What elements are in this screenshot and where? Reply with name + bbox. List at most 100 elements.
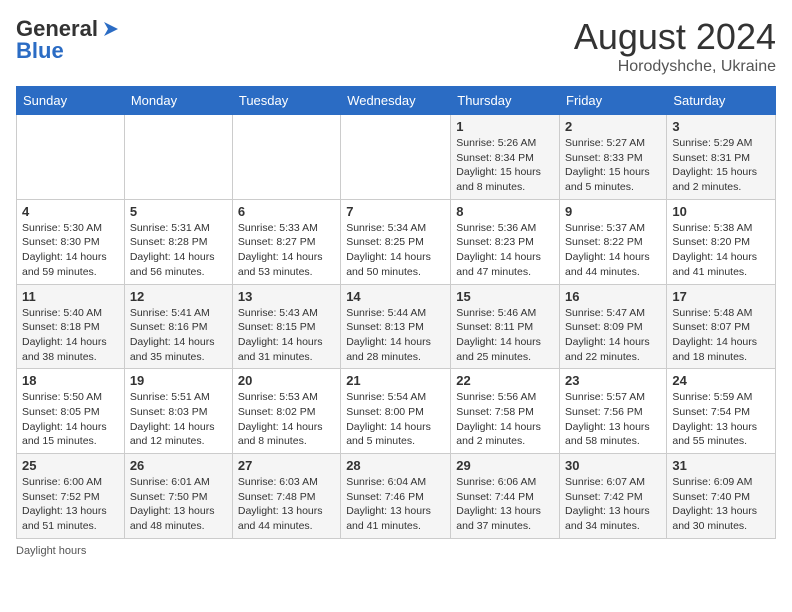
weekday-header-sunday: Sunday bbox=[17, 87, 125, 115]
day-number: 24 bbox=[672, 373, 770, 388]
weekday-header-thursday: Thursday bbox=[451, 87, 560, 115]
day-info: Sunrise: 5:51 AM Sunset: 8:03 PM Dayligh… bbox=[130, 390, 227, 449]
day-cell-25: 22 Sunrise: 5:56 AM Sunset: 7:58 PM Dayli… bbox=[451, 369, 560, 454]
day-number: 22 bbox=[456, 373, 554, 388]
day-info: Sunrise: 5:30 AM Sunset: 8:30 PM Dayligh… bbox=[22, 221, 119, 280]
day-info: Sunrise: 5:29 AM Sunset: 8:31 PM Dayligh… bbox=[672, 136, 770, 195]
day-info: Sunrise: 5:53 AM Sunset: 8:02 PM Dayligh… bbox=[238, 390, 335, 449]
day-info: Sunrise: 5:54 AM Sunset: 8:00 PM Dayligh… bbox=[346, 390, 445, 449]
day-cell-11: 8 Sunrise: 5:36 AM Sunset: 8:23 PM Daylig… bbox=[451, 199, 560, 284]
day-cell-33: 30 Sunrise: 6:07 AM Sunset: 7:42 PM Dayli… bbox=[560, 454, 667, 539]
weekday-header-wednesday: Wednesday bbox=[341, 87, 451, 115]
day-cell-27: 24 Sunrise: 5:59 AM Sunset: 7:54 PM Dayli… bbox=[667, 369, 776, 454]
day-number: 14 bbox=[346, 289, 445, 304]
location-title: Horodyshche, Ukraine bbox=[574, 58, 776, 76]
day-info: Sunrise: 5:27 AM Sunset: 8:33 PM Dayligh… bbox=[565, 136, 661, 195]
day-info: Sunrise: 5:31 AM Sunset: 8:28 PM Dayligh… bbox=[130, 221, 227, 280]
day-cell-2 bbox=[232, 115, 340, 200]
day-info: Sunrise: 5:59 AM Sunset: 7:54 PM Dayligh… bbox=[672, 390, 770, 449]
weekday-header-friday: Friday bbox=[560, 87, 667, 115]
day-cell-30: 27 Sunrise: 6:03 AM Sunset: 7:48 PM Dayli… bbox=[232, 454, 340, 539]
day-number: 21 bbox=[346, 373, 445, 388]
day-cell-19: 16 Sunrise: 5:47 AM Sunset: 8:09 PM Dayli… bbox=[560, 284, 667, 369]
day-cell-18: 15Sunrise: 5:46 AM Sunset: 8:11 PM Dayli… bbox=[451, 284, 560, 369]
day-info: Sunrise: 5:50 AM Sunset: 8:05 PM Dayligh… bbox=[22, 390, 119, 449]
day-number: 6 bbox=[238, 204, 335, 219]
week-row-2: 4 Sunrise: 5:30 AM Sunset: 8:30 PM Daylig… bbox=[17, 199, 776, 284]
weekday-header-tuesday: Tuesday bbox=[232, 87, 340, 115]
day-info: Sunrise: 5:40 AM Sunset: 8:18 PM Dayligh… bbox=[22, 306, 119, 365]
day-info: Sunrise: 5:43 AM Sunset: 8:15 PM Dayligh… bbox=[238, 306, 335, 365]
day-cell-21: 18 Sunrise: 5:50 AM Sunset: 8:05 PM Dayli… bbox=[17, 369, 125, 454]
day-cell-12: 9 Sunrise: 5:37 AM Sunset: 8:22 PM Daylig… bbox=[560, 199, 667, 284]
day-cell-4: 1 Sunrise: 5:26 AM Sunset: 8:34 PM Daylig… bbox=[451, 115, 560, 200]
day-info: Sunrise: 6:00 AM Sunset: 7:52 PM Dayligh… bbox=[22, 475, 119, 534]
day-number: 13 bbox=[238, 289, 335, 304]
logo: General Blue bbox=[16, 16, 122, 64]
day-cell-9: 6 Sunrise: 5:33 AM Sunset: 8:27 PM Daylig… bbox=[232, 199, 340, 284]
day-number: 31 bbox=[672, 458, 770, 473]
weekday-header-monday: Monday bbox=[124, 87, 232, 115]
day-info: Sunrise: 6:07 AM Sunset: 7:42 PM Dayligh… bbox=[565, 475, 661, 534]
day-info: Sunrise: 6:04 AM Sunset: 7:46 PM Dayligh… bbox=[346, 475, 445, 534]
day-cell-32: 29Sunrise: 6:06 AM Sunset: 7:44 PM Dayli… bbox=[451, 454, 560, 539]
weekday-header-row: SundayMondayTuesdayWednesdayThursdayFrid… bbox=[17, 87, 776, 115]
day-cell-7: 4 Sunrise: 5:30 AM Sunset: 8:30 PM Daylig… bbox=[17, 199, 125, 284]
day-number: 30 bbox=[565, 458, 661, 473]
day-info: Sunrise: 5:26 AM Sunset: 8:34 PM Dayligh… bbox=[456, 136, 554, 195]
day-number: 10 bbox=[672, 204, 770, 219]
day-number: 5 bbox=[130, 204, 227, 219]
day-info: Sunrise: 5:46 AM Sunset: 8:11 PM Dayligh… bbox=[456, 306, 554, 365]
day-cell-22: 19Sunrise: 5:51 AM Sunset: 8:03 PM Dayli… bbox=[124, 369, 232, 454]
day-cell-20: 17Sunrise: 5:48 AM Sunset: 8:07 PM Dayli… bbox=[667, 284, 776, 369]
day-info: Sunrise: 5:37 AM Sunset: 8:22 PM Dayligh… bbox=[565, 221, 661, 280]
day-cell-5: 2Sunrise: 5:27 AM Sunset: 8:33 PM Daylig… bbox=[560, 115, 667, 200]
day-info: Sunrise: 5:47 AM Sunset: 8:09 PM Dayligh… bbox=[565, 306, 661, 365]
day-info: Sunrise: 5:41 AM Sunset: 8:16 PM Dayligh… bbox=[130, 306, 227, 365]
day-number: 16 bbox=[565, 289, 661, 304]
week-row-3: 11Sunrise: 5:40 AM Sunset: 8:18 PM Dayli… bbox=[17, 284, 776, 369]
day-number: 1 bbox=[456, 119, 554, 134]
day-cell-13: 10 Sunrise: 5:38 AM Sunset: 8:20 PM Dayli… bbox=[667, 199, 776, 284]
day-cell-34: 31 Sunrise: 6:09 AM Sunset: 7:40 PM Dayli… bbox=[667, 454, 776, 539]
day-number: 8 bbox=[456, 204, 554, 219]
day-info: Sunrise: 5:44 AM Sunset: 8:13 PM Dayligh… bbox=[346, 306, 445, 365]
day-cell-24: 21 Sunrise: 5:54 AM Sunset: 8:00 PM Dayli… bbox=[341, 369, 451, 454]
day-info: Sunrise: 5:56 AM Sunset: 7:58 PM Dayligh… bbox=[456, 390, 554, 449]
day-cell-8: 5 Sunrise: 5:31 AM Sunset: 8:28 PM Daylig… bbox=[124, 199, 232, 284]
day-cell-10: 7Sunrise: 5:34 AM Sunset: 8:25 PM Daylig… bbox=[341, 199, 451, 284]
week-row-1: 1 Sunrise: 5:26 AM Sunset: 8:34 PM Daylig… bbox=[17, 115, 776, 200]
day-info: Sunrise: 6:03 AM Sunset: 7:48 PM Dayligh… bbox=[238, 475, 335, 534]
month-title: August 2024 bbox=[574, 16, 776, 58]
day-cell-17: 14 Sunrise: 5:44 AM Sunset: 8:13 PM Dayli… bbox=[341, 284, 451, 369]
day-number: 3 bbox=[672, 119, 770, 134]
day-info: Sunrise: 5:38 AM Sunset: 8:20 PM Dayligh… bbox=[672, 221, 770, 280]
day-number: 4 bbox=[22, 204, 119, 219]
day-number: 18 bbox=[22, 373, 119, 388]
day-info: Sunrise: 5:57 AM Sunset: 7:56 PM Dayligh… bbox=[565, 390, 661, 449]
calendar-table: SundayMondayTuesdayWednesdayThursdayFrid… bbox=[16, 86, 776, 539]
day-info: Sunrise: 6:09 AM Sunset: 7:40 PM Dayligh… bbox=[672, 475, 770, 534]
weekday-header-saturday: Saturday bbox=[667, 87, 776, 115]
day-cell-28: 25 Sunrise: 6:00 AM Sunset: 7:52 PM Dayli… bbox=[17, 454, 125, 539]
footer-note: Daylight hours bbox=[16, 545, 776, 557]
day-cell-0 bbox=[17, 115, 125, 200]
day-info: Sunrise: 5:33 AM Sunset: 8:27 PM Dayligh… bbox=[238, 221, 335, 280]
day-number: 23 bbox=[565, 373, 661, 388]
header: General Blue August 2024 Horodyshche, Uk… bbox=[16, 16, 776, 76]
week-row-4: 18 Sunrise: 5:50 AM Sunset: 8:05 PM Dayli… bbox=[17, 369, 776, 454]
day-cell-14: 11Sunrise: 5:40 AM Sunset: 8:18 PM Dayli… bbox=[17, 284, 125, 369]
logo-arrow-icon bbox=[100, 18, 122, 40]
day-number: 20 bbox=[238, 373, 335, 388]
day-cell-23: 20 Sunrise: 5:53 AM Sunset: 8:02 PM Dayli… bbox=[232, 369, 340, 454]
day-info: Sunrise: 5:36 AM Sunset: 8:23 PM Dayligh… bbox=[456, 221, 554, 280]
day-info: Sunrise: 5:48 AM Sunset: 8:07 PM Dayligh… bbox=[672, 306, 770, 365]
day-cell-3 bbox=[341, 115, 451, 200]
day-number: 26 bbox=[130, 458, 227, 473]
week-row-5: 25 Sunrise: 6:00 AM Sunset: 7:52 PM Dayli… bbox=[17, 454, 776, 539]
day-number: 25 bbox=[22, 458, 119, 473]
day-cell-6: 3 Sunrise: 5:29 AM Sunset: 8:31 PM Daylig… bbox=[667, 115, 776, 200]
day-number: 27 bbox=[238, 458, 335, 473]
day-number: 9 bbox=[565, 204, 661, 219]
day-cell-26: 23 Sunrise: 5:57 AM Sunset: 7:56 PM Dayli… bbox=[560, 369, 667, 454]
